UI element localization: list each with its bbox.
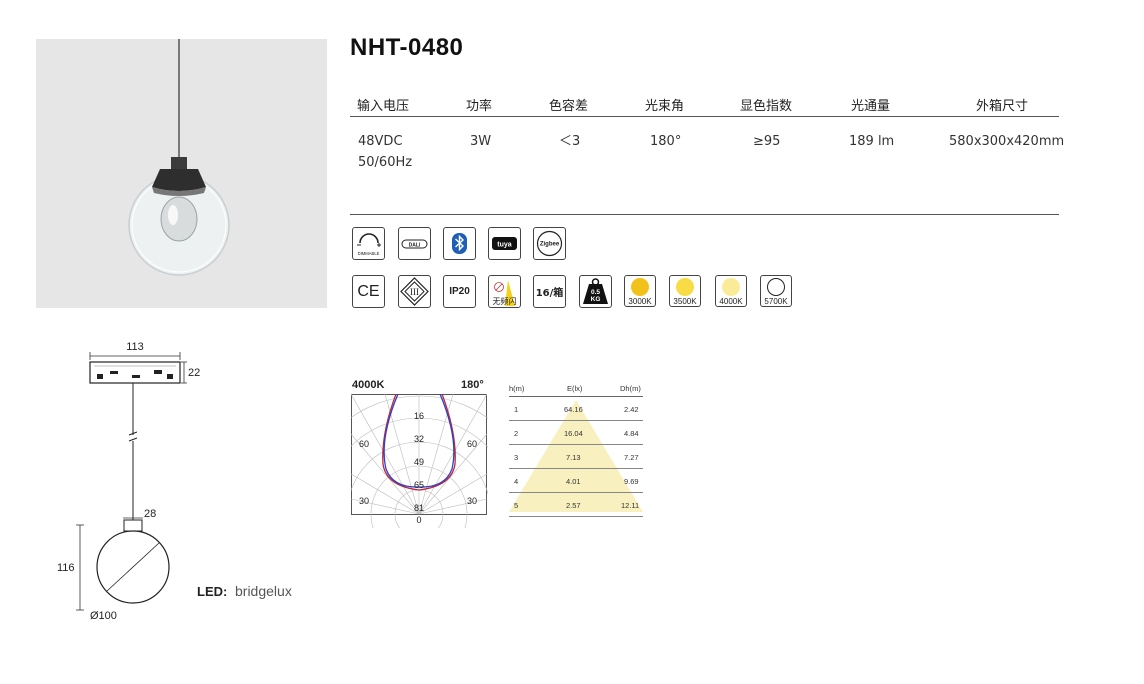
table-row: 4 4.01 9.69 [509, 469, 643, 493]
dimension-width: 113 [126, 341, 144, 353]
table-cell: 7.27 [624, 453, 639, 462]
table-cell: 64.16 [564, 405, 583, 414]
svg-text:65: 65 [414, 480, 424, 490]
spec-value-color-tolerance: ＜3 [559, 134, 581, 149]
table-cell: 4 [514, 477, 519, 486]
cct-4000k-swatch [722, 278, 740, 296]
cct-4000k-label: 4000K [719, 297, 743, 306]
svg-text:60: 60 [467, 439, 477, 449]
table-cell: 4.01 [566, 477, 581, 486]
pack-quantity-icon: 16/箱 [533, 275, 566, 308]
cct-4000k-icon: 4000K [715, 275, 747, 307]
spec-header-divider [350, 116, 1059, 117]
svg-text:49: 49 [414, 457, 424, 467]
cct-3000k-swatch [631, 278, 649, 296]
spec-value-luminous-flux: 189 lm [849, 134, 895, 149]
cct-3000k-icon: 3000K [624, 275, 656, 307]
cct-3500k-swatch [676, 278, 694, 296]
spec-header-voltage: 输入电压 [357, 99, 410, 114]
product-photo [36, 39, 327, 308]
cct-3000k-label: 3000K [628, 297, 652, 306]
spec-value-carton-size: 580x300x420mm [949, 134, 1065, 149]
dimension-height: 116 [57, 562, 75, 574]
polar-cct-label: 4000K [352, 379, 385, 391]
table-cell: 5 [514, 501, 519, 510]
polar-light-distribution: 16 32 49 65 81 0 60 30 60 30 [351, 394, 488, 528]
dimension-neck: 28 [144, 508, 156, 520]
svg-text:30: 30 [467, 496, 477, 506]
table-row: 3 7.13 7.27 [509, 445, 643, 469]
spec-value-beam-angle: 180° [650, 134, 682, 149]
svg-text:KG: KG [591, 296, 601, 303]
spec-value-power: 3W [470, 134, 492, 149]
svg-text:DALI: DALI [409, 242, 421, 248]
svg-text:32: 32 [414, 434, 424, 444]
led-label: LED: [197, 584, 228, 599]
spec-header-carton-size: 外箱尺寸 [976, 99, 1029, 114]
svg-text:III: III [410, 287, 419, 297]
ce-mark-icon: CE [352, 275, 385, 308]
weight-icon: 0.5 KG [579, 275, 612, 308]
illuminance-header-e: E(lx) [567, 384, 583, 393]
svg-text:0: 0 [416, 515, 421, 525]
table-row: 2 16.04 4.84 [509, 421, 643, 445]
cct-5700k-label: 5700K [764, 297, 788, 306]
svg-text:Zigbee: Zigbee [540, 242, 560, 248]
spec-value-cri: ≥95 [753, 134, 781, 149]
table-row: 1 64.16 2.42 [509, 397, 643, 421]
illuminance-table-header: h(m) E(lx) Dh(m) [509, 384, 643, 396]
dimension-canopy-height: 22 [188, 367, 200, 379]
table-cell: 12.11 [621, 501, 640, 510]
table-cell: 16.04 [564, 429, 583, 438]
class-iii-icon: III [398, 275, 431, 308]
illuminance-header-h: h(m) [509, 384, 525, 393]
table-cell: 2.57 [566, 501, 581, 510]
table-cell: 4.84 [624, 429, 639, 438]
spec-header-luminous-flux: 光通量 [851, 99, 891, 114]
dimension-diameter: Ø100 [90, 610, 117, 622]
table-cell: 3 [514, 453, 519, 462]
led-brand-logo: bridgelux [235, 583, 292, 599]
polar-angle-label: 180° [461, 379, 484, 391]
zigbee-icon: Zigbee [533, 227, 566, 260]
cct-3500k-label: 3500K [673, 297, 697, 306]
illuminance-table: h(m) E(lx) Dh(m) 1 64.16 2.42 2 16.04 4.… [509, 384, 643, 517]
pendant-lamp-image [128, 39, 230, 276]
table-row: 5 2.57 12.11 [509, 493, 643, 517]
bluetooth-icon [443, 227, 476, 260]
spec-header-beam-angle: 光束角 [645, 99, 685, 114]
spec-header-color-tolerance: 色容差 [549, 99, 589, 114]
illuminance-header-dh: Dh(m) [620, 384, 641, 393]
table-cell: 2 [514, 429, 519, 438]
cct-3500k-icon: 3500K [669, 275, 701, 307]
table-cell: 9.69 [624, 477, 639, 486]
ip20-icon: IP20 [443, 275, 476, 308]
svg-text:tuya: tuya [497, 242, 512, 249]
svg-text:60: 60 [359, 439, 369, 449]
svg-text:0.5: 0.5 [591, 289, 600, 296]
spec-value-voltage: 48VDC 50/60Hz [358, 134, 413, 170]
table-cell: 2.42 [624, 405, 639, 414]
svg-text:DIMMABLE: DIMMABLE [358, 251, 380, 256]
table-cell: 1 [514, 405, 519, 414]
spec-header-cri: 显色指数 [740, 99, 793, 114]
svg-text:81: 81 [414, 503, 424, 513]
spec-header-power: 功率 [466, 99, 493, 114]
dimmable-icon: DIMMABLE [352, 227, 385, 260]
flicker-free-icon: 无频闪 [488, 275, 521, 308]
table-cell: 7.13 [566, 453, 581, 462]
svg-text:无频闪: 无频闪 [493, 296, 517, 306]
svg-text:16: 16 [414, 411, 424, 421]
spec-bottom-divider [350, 214, 1059, 215]
cct-5700k-icon: 5700K [760, 275, 792, 307]
dali-icon: DALI [398, 227, 431, 260]
svg-text:30: 30 [359, 496, 369, 506]
product-model-title: NHT-0480 [350, 34, 464, 61]
cct-5700k-swatch [767, 278, 785, 296]
tuya-icon: tuya [488, 227, 521, 260]
